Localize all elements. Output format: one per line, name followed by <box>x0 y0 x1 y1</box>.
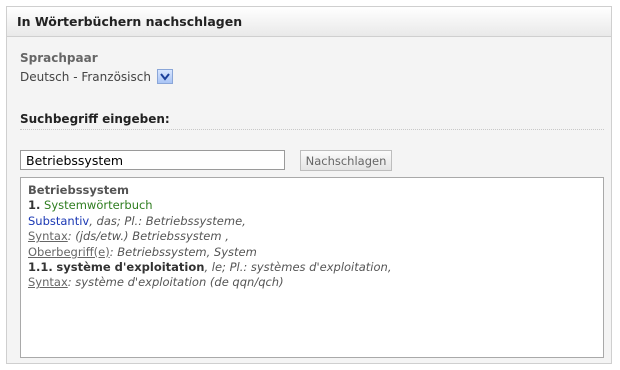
syntax2-link[interactable]: Syntax <box>28 275 68 289</box>
panel-title: In Wörterbüchern nachschlagen <box>7 7 611 37</box>
sub-number: 1.1. <box>28 260 53 275</box>
results-box[interactable]: Betriebssystem 1. Systemwörterbuch Subst… <box>20 177 604 358</box>
pos-link[interactable]: Substantiv <box>28 214 89 228</box>
lookup-button[interactable]: Nachschlagen <box>300 150 392 171</box>
pos-detail: , das; Pl.: Betriebssysteme, <box>89 213 246 228</box>
section-title: Systemwörterbuch <box>44 198 153 213</box>
search-label: Suchbegriff eingeben: <box>20 112 170 126</box>
section-number: 1. <box>28 198 41 213</box>
language-pair-select[interactable]: Deutsch - Französisch <box>20 69 173 84</box>
syntax2-text: : système d'exploitation (de qqn/qch) <box>67 275 284 290</box>
language-pair-label: Sprachpaar <box>20 51 98 65</box>
divider <box>20 129 604 130</box>
search-input[interactable] <box>20 150 285 170</box>
hypernym-link[interactable]: Oberbegriff(e) <box>28 245 110 259</box>
translation-detail: , le; Pl.: systèmes d'exploitation, <box>204 260 392 275</box>
syntax-text: : (jds/etw.) Betriebssystem , <box>67 229 229 244</box>
chevron-down-icon[interactable] <box>156 69 173 84</box>
language-pair-value[interactable]: Deutsch - Französisch <box>20 70 151 84</box>
hypernym-text: : Betriebssystem, System <box>109 244 257 259</box>
syntax-link[interactable]: Syntax <box>28 229 68 243</box>
translation: système d'exploitation <box>56 260 205 275</box>
result-headword: Betriebssystem <box>28 183 130 197</box>
